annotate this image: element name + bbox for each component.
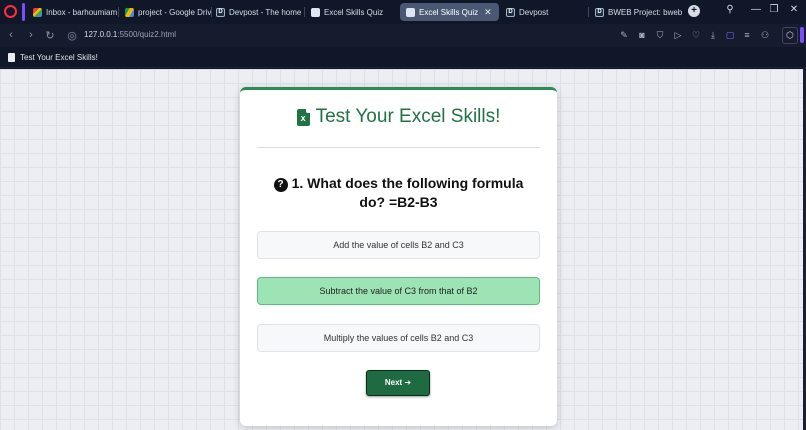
opera-logo-icon[interactable] — [4, 5, 17, 18]
answer-option-2[interactable]: Subtract the value of C3 from that of B2 — [257, 277, 540, 305]
tab-bweb-project[interactable]: D BWEB Project: bweb pro — [589, 3, 683, 21]
page-icon — [8, 53, 15, 62]
extension-icon[interactable]: ▢ — [724, 29, 736, 41]
heart-icon[interactable]: ♡ — [690, 29, 702, 41]
tab-excel-quiz-active[interactable]: Excel Skills Quiz ✕ — [400, 3, 499, 21]
tab-label: Devpost - The home fo — [229, 7, 302, 17]
globe-icon — [311, 7, 320, 17]
url-host: 127.0.0.1 — [84, 30, 118, 39]
site-info-icon[interactable]: ◎ — [65, 29, 79, 42]
minimize-icon[interactable]: — — [748, 4, 764, 15]
question-text: ? 1. What does the following formula do? … — [260, 174, 537, 212]
tab-label: project - Google Drive — [138, 7, 211, 17]
profile-icon[interactable]: ⚇ — [759, 29, 771, 41]
address-bar: ‹ › ↻ ◎ 127.0.0.1:5500/quiz2.html ✎ ◙ ⛉ … — [0, 24, 806, 47]
url-path: :5500/quiz2.html — [117, 30, 177, 39]
question-body: What does the following formula do? =B2-… — [307, 175, 524, 210]
quiz-title-text: Test Your Excel Skills! — [315, 106, 501, 127]
tab-google-drive[interactable]: project - Google Drive — [119, 3, 211, 21]
reload-icon[interactable]: ↻ — [43, 29, 57, 42]
tab-label: BWEB Project: bweb pro — [608, 7, 683, 17]
menu-icon[interactable]: ≡ — [741, 29, 753, 41]
new-tab-button[interactable]: + — [688, 5, 700, 17]
devpost-icon: D — [506, 7, 515, 17]
shield-icon[interactable]: ⛉ — [654, 29, 666, 41]
globe-icon — [406, 7, 415, 17]
tab-bar: Inbox - barhoumiamina project - Google D… — [0, 0, 806, 24]
close-tab-icon[interactable]: ✕ — [484, 7, 492, 18]
edit-icon[interactable]: ✎ — [618, 29, 630, 41]
excel-file-icon: x — [296, 108, 310, 126]
sidebar-accent — [22, 3, 25, 21]
gmail-icon — [33, 7, 42, 17]
next-button[interactable]: Next ➔ — [366, 370, 430, 396]
bookmark-item[interactable]: Test Your Excel Skills! — [20, 53, 98, 62]
tab-devpost[interactable]: D Devpost — [500, 3, 586, 21]
question-icon: ? — [273, 178, 288, 192]
answer-option-1[interactable]: Add the value of cells B2 and C3 — [257, 231, 540, 259]
back-icon[interactable]: ‹ — [4, 29, 18, 41]
url-field[interactable]: 127.0.0.1:5500/quiz2.html — [84, 30, 176, 39]
bookmark-bar: Test Your Excel Skills! — [0, 47, 806, 68]
tab-label: Excel Skills Quiz — [324, 7, 384, 17]
tab-label: Devpost — [519, 7, 549, 17]
tab-devpost-home[interactable]: D Devpost - The home fo — [210, 3, 302, 21]
search-icon[interactable]: ⚲ — [722, 4, 738, 15]
restore-icon[interactable]: ❐ — [766, 4, 782, 15]
devpost-icon: D — [595, 7, 604, 17]
tab-inbox[interactable]: Inbox - barhoumiamina — [27, 3, 117, 21]
close-window-icon[interactable]: ✕ — [786, 4, 802, 15]
quiz-title: x Test Your Excel Skills! — [240, 106, 557, 128]
question-number: 1. — [291, 175, 304, 191]
download-icon[interactable]: ⤓ — [707, 29, 719, 41]
sidebar-accent-right — [800, 27, 804, 43]
tab-excel-quiz[interactable]: Excel Skills Quiz — [305, 3, 397, 21]
cube-icon[interactable]: ⬡ — [782, 27, 798, 44]
camera-icon[interactable]: ◙ — [636, 29, 648, 41]
tab-label: Inbox - barhoumiamina — [46, 7, 117, 17]
devpost-icon: D — [216, 7, 225, 17]
forward-icon[interactable]: › — [24, 29, 38, 41]
divider — [257, 147, 540, 148]
answer-option-3[interactable]: Multiply the values of cells B2 and C3 — [257, 324, 540, 352]
tab-label: Excel Skills Quiz — [419, 7, 479, 17]
drive-icon — [125, 7, 134, 17]
play-icon[interactable]: ▷ — [672, 29, 684, 41]
quiz-card: x Test Your Excel Skills! ? 1. What does … — [240, 87, 557, 426]
